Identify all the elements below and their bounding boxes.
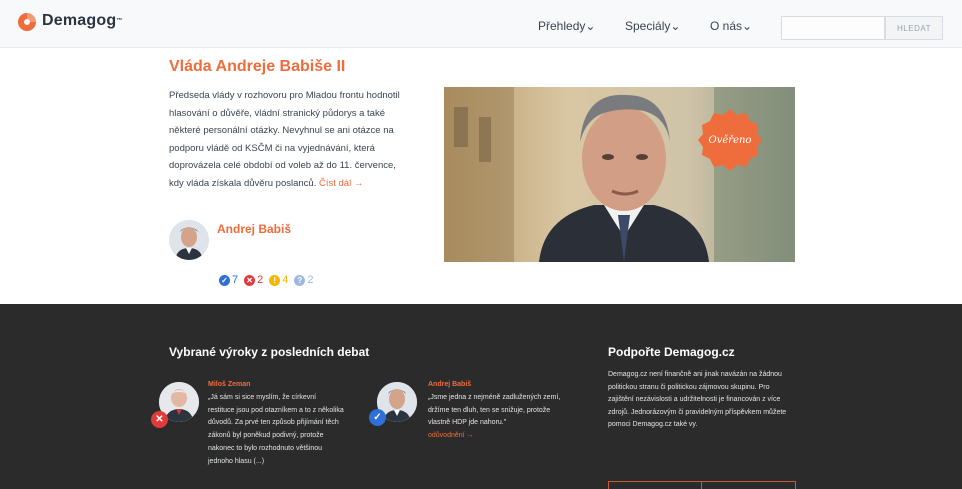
cross-icon: ✕	[244, 274, 256, 286]
nav-item-prehledy[interactable]: Přehledy ⌄	[538, 19, 595, 33]
check-icon: ✓	[369, 409, 386, 426]
stat-misleading: ! 4	[269, 274, 288, 286]
stat-true: ✓ 7	[219, 274, 238, 286]
stat-unverifiable: ? 2	[294, 274, 314, 286]
speaker[interactable]	[169, 220, 209, 260]
feature-title[interactable]: Vláda Andreje Babiše II	[169, 58, 345, 76]
verdict-stats: ✓ 7 ✕ 2 ! 4 ? 2	[219, 274, 320, 286]
support-button-recurring[interactable]	[702, 481, 796, 489]
chevron-down-icon: ⌄	[585, 19, 596, 33]
page: Demagog™ Přehledy ⌄ Speciály ⌄ O nás ⌄ HLED…	[0, 0, 962, 489]
feature-summary: Předseda vlády v rozhovoru pro Mladou fr…	[169, 90, 400, 189]
quote-speaker-name[interactable]: Miloš Zeman	[208, 381, 250, 388]
site-header: Demagog™ Přehledy ⌄ Speciály ⌄ O nás ⌄ HLED…	[0, 0, 962, 48]
support-buttons	[608, 481, 796, 489]
search-input[interactable]	[781, 16, 885, 40]
chevron-down-icon: ⌄	[670, 19, 681, 33]
exclamation-icon: !	[269, 274, 281, 286]
speaker-name[interactable]: Andrej Babiš	[217, 222, 291, 236]
stat-false: ✕ 2	[244, 274, 263, 286]
read-more-link[interactable]: Číst dál →	[319, 178, 363, 189]
feature-photo[interactable]: Ověřeno	[444, 87, 795, 262]
quote-speaker-name[interactable]: Andrej Babiš	[428, 381, 471, 388]
quote-text: „Já sám si sice myslím, že církevní rest…	[208, 394, 344, 465]
logo[interactable]: Demagog™	[17, 12, 123, 32]
verified-badge: Ověřeno	[697, 107, 763, 173]
question-icon: ?	[294, 274, 306, 286]
support-button-one-time[interactable]	[608, 481, 702, 489]
search-button[interactable]: HLEDAT	[885, 16, 943, 40]
demagog-logo-icon	[17, 12, 37, 32]
justification-link[interactable]: odůvodnění →	[428, 432, 474, 439]
chevron-down-icon: ⌄	[742, 19, 753, 33]
logo-text: Demagog™	[42, 12, 123, 29]
avatar	[169, 220, 209, 260]
quote-text: „Jsme jedna z nejméně zadlužených zemí, …	[428, 394, 561, 440]
cross-icon: ✕	[151, 411, 168, 428]
support-title: Podpořte Demagog.cz	[608, 345, 735, 359]
check-icon: ✓	[219, 274, 230, 286]
debates-title: Vybrané výroky z posledních debat	[169, 345, 370, 359]
nav-item-o-nas[interactable]: O nás ⌄	[710, 19, 752, 33]
support-text: Demagog.cz není finančně ani jinak naváz…	[608, 371, 787, 428]
nav-item-specialy[interactable]: Speciály ⌄	[625, 19, 680, 33]
